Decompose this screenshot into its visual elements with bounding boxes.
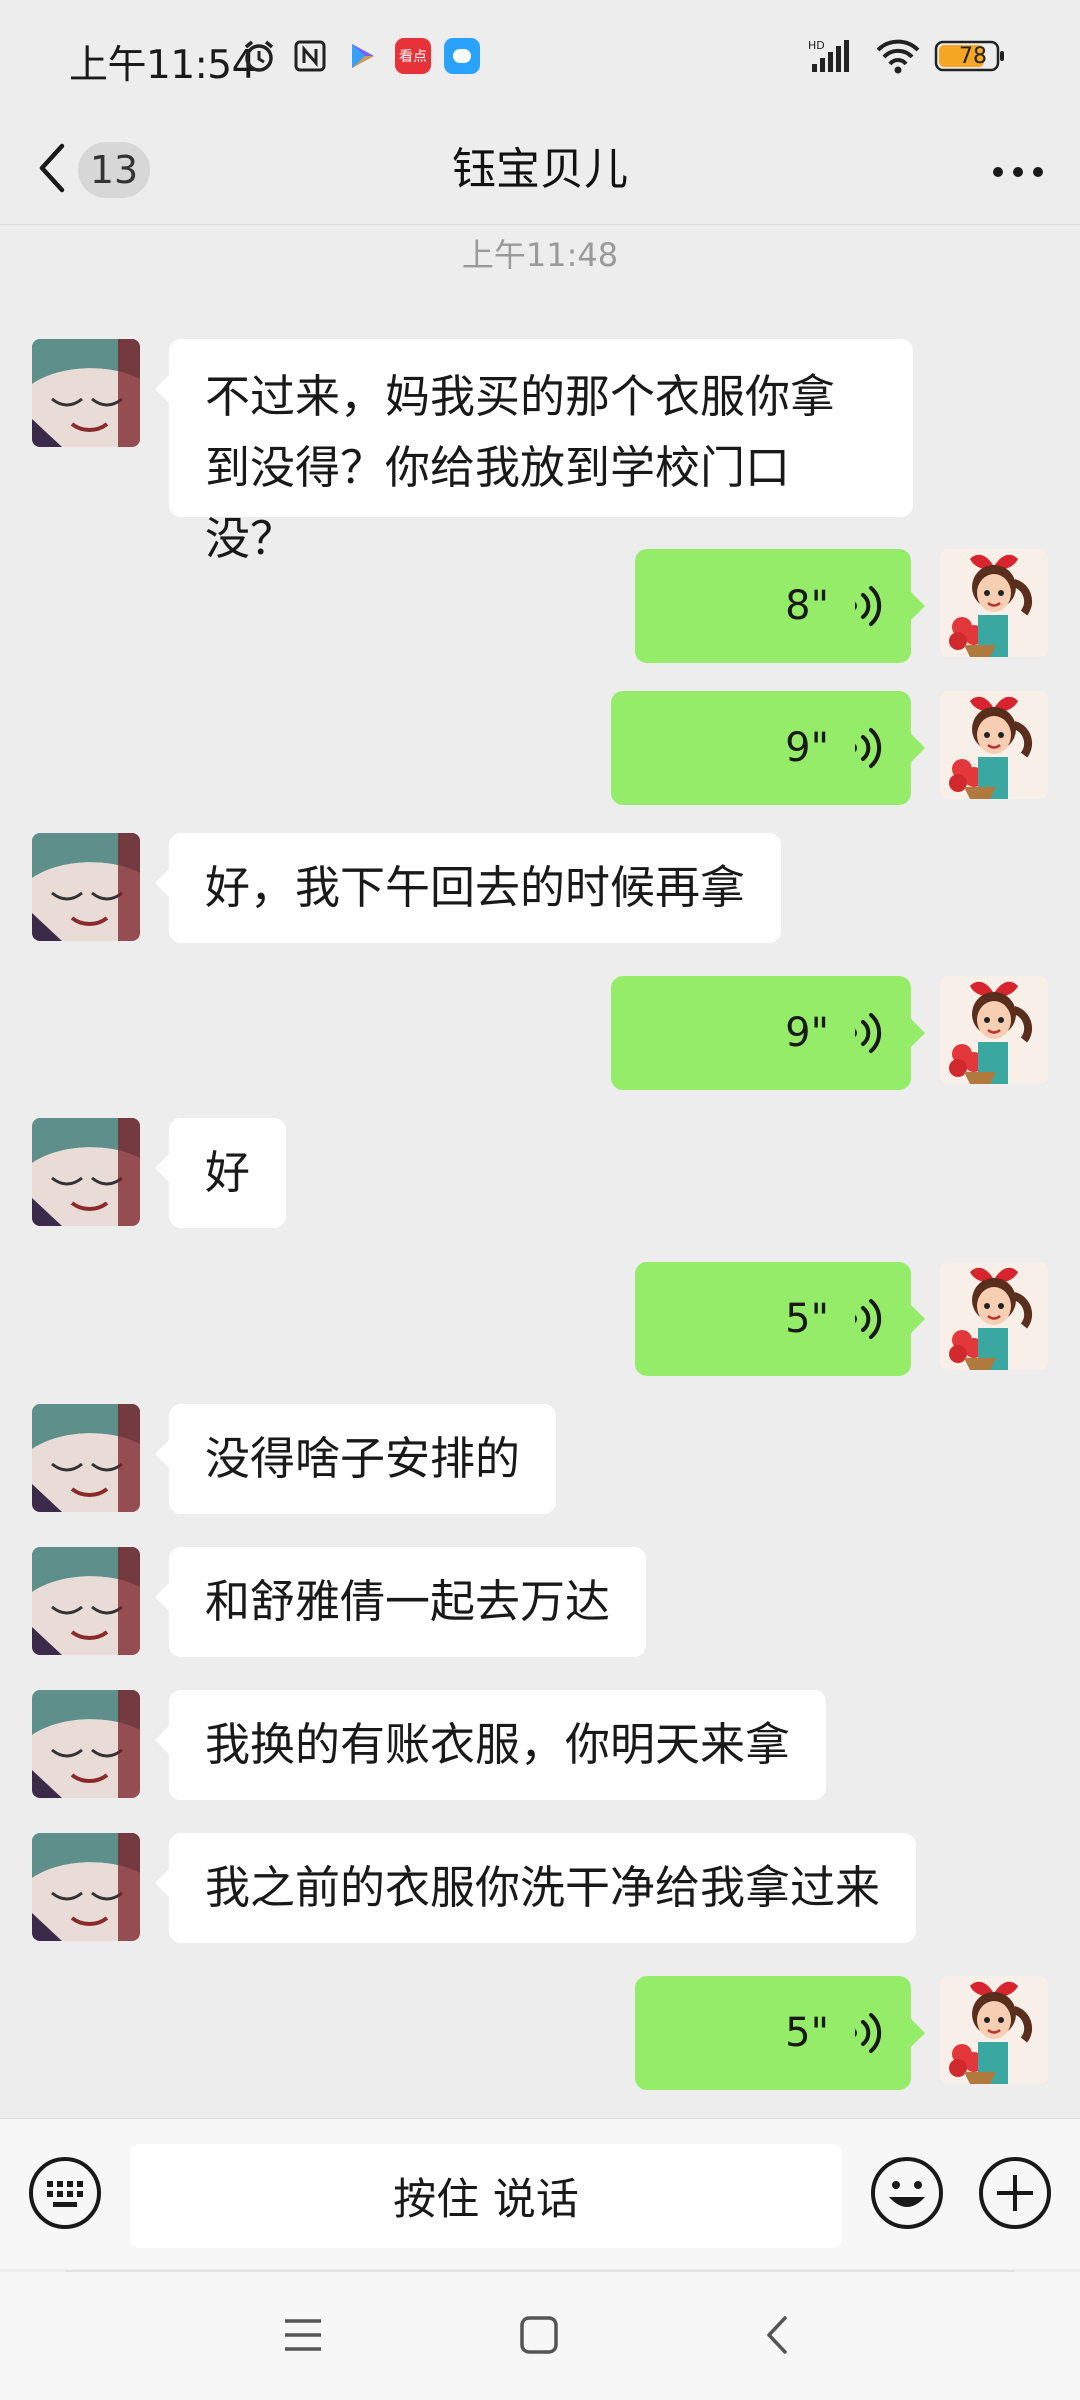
keyboard-icon (27, 2155, 103, 2235)
system-back-button[interactable] (752, 2312, 802, 2362)
battery-level: 78 (959, 44, 987, 69)
input-bar: 按住 说话 (0, 2118, 1080, 2269)
nfc-icon (290, 36, 330, 76)
message-timestamp: 上午11:48 (461, 236, 619, 274)
voice-icon (855, 728, 882, 768)
outgoing-voice-bubble[interactable]: 8" (635, 549, 925, 663)
home-icon (519, 2315, 559, 2359)
app-bubble-icon (442, 36, 482, 76)
outgoing-voice-bubble[interactable]: 9" (611, 976, 925, 1090)
contact-avatar[interactable] (32, 1547, 140, 1655)
incoming-message-bubble[interactable]: 好 (154, 1118, 287, 1228)
user-avatar[interactable] (940, 976, 1048, 1084)
back-chevron-icon (36, 142, 66, 198)
incoming-message-bubble[interactable]: 好，我下午回去的时候再拿 (154, 833, 782, 943)
voice-duration: 9" (785, 1010, 829, 1056)
contact-avatar[interactable] (32, 1833, 140, 1941)
hold-to-talk-button[interactable]: 按住 说话 (130, 2144, 842, 2248)
incoming-message-bubble[interactable]: 和舒雅倩一起去万达 (154, 1547, 647, 1657)
voice-duration: 5" (785, 2010, 829, 2056)
outgoing-voice-bubble[interactable]: 9" (611, 691, 925, 805)
chat-header: 钰宝贝儿 13 (0, 115, 1080, 225)
incoming-message-bubble[interactable]: 不过来，妈我买的那个衣服你拿到没得？你给我放到学校门口没？ (155, 339, 913, 565)
more-functions-button[interactable] (977, 2157, 1053, 2233)
wifi-icon (874, 36, 922, 76)
user-avatar[interactable] (940, 1976, 1048, 2084)
voice-icon (855, 2013, 882, 2053)
home-button[interactable] (514, 2312, 564, 2362)
voice-duration: 8" (785, 583, 829, 629)
unread-count-badge: 13 (78, 142, 150, 198)
voice-duration: 5" (785, 1296, 829, 1342)
keyboard-button[interactable] (27, 2157, 103, 2233)
outgoing-voice-bubble[interactable]: 5" (635, 1976, 925, 2090)
voice-icon (855, 586, 882, 626)
contact-avatar[interactable] (32, 833, 140, 941)
more-icon (992, 163, 1044, 182)
app-badge-icon: 看点 (393, 36, 433, 76)
more-button[interactable] (986, 140, 1050, 204)
signal-icon: HD (808, 36, 858, 76)
system-navigation-bar (0, 2272, 1080, 2400)
play-store-icon (342, 36, 382, 76)
voice-icon (855, 1299, 882, 1339)
back-button[interactable]: 13 (36, 131, 166, 209)
header-divider (0, 224, 1080, 225)
status-bar: 上午11:54 看点 HD 78 (0, 0, 1080, 115)
outgoing-voice-bubble[interactable]: 5" (635, 1262, 925, 1376)
svg-text:HD: HD (808, 39, 825, 52)
bottom-divider (66, 2270, 1014, 2272)
user-avatar[interactable] (940, 549, 1048, 657)
contact-avatar[interactable] (32, 1118, 140, 1226)
contact-avatar[interactable] (32, 1690, 140, 1798)
user-avatar[interactable] (940, 1262, 1048, 1370)
contact-avatar[interactable] (32, 339, 140, 447)
incoming-message-bubble[interactable]: 我换的有账衣服，你明天来拿 (154, 1690, 827, 1800)
voice-icon (855, 1013, 882, 1053)
menu-icon (283, 2317, 323, 2357)
emoji-icon (869, 2155, 945, 2235)
incoming-message-bubble[interactable]: 我之前的衣服你洗干净给我拿过来 (154, 1833, 917, 1943)
contact-avatar[interactable] (32, 1404, 140, 1512)
user-avatar[interactable] (940, 691, 1048, 799)
voice-duration: 9" (785, 725, 829, 771)
back-icon (765, 2315, 789, 2359)
status-time: 上午11:54 (69, 43, 256, 88)
plus-icon (977, 2155, 1053, 2235)
emoji-button[interactable] (869, 2157, 945, 2233)
menu-button[interactable] (278, 2312, 328, 2362)
incoming-message-bubble[interactable]: 没得啥子安排的 (154, 1404, 557, 1514)
alarm-icon (239, 36, 279, 76)
